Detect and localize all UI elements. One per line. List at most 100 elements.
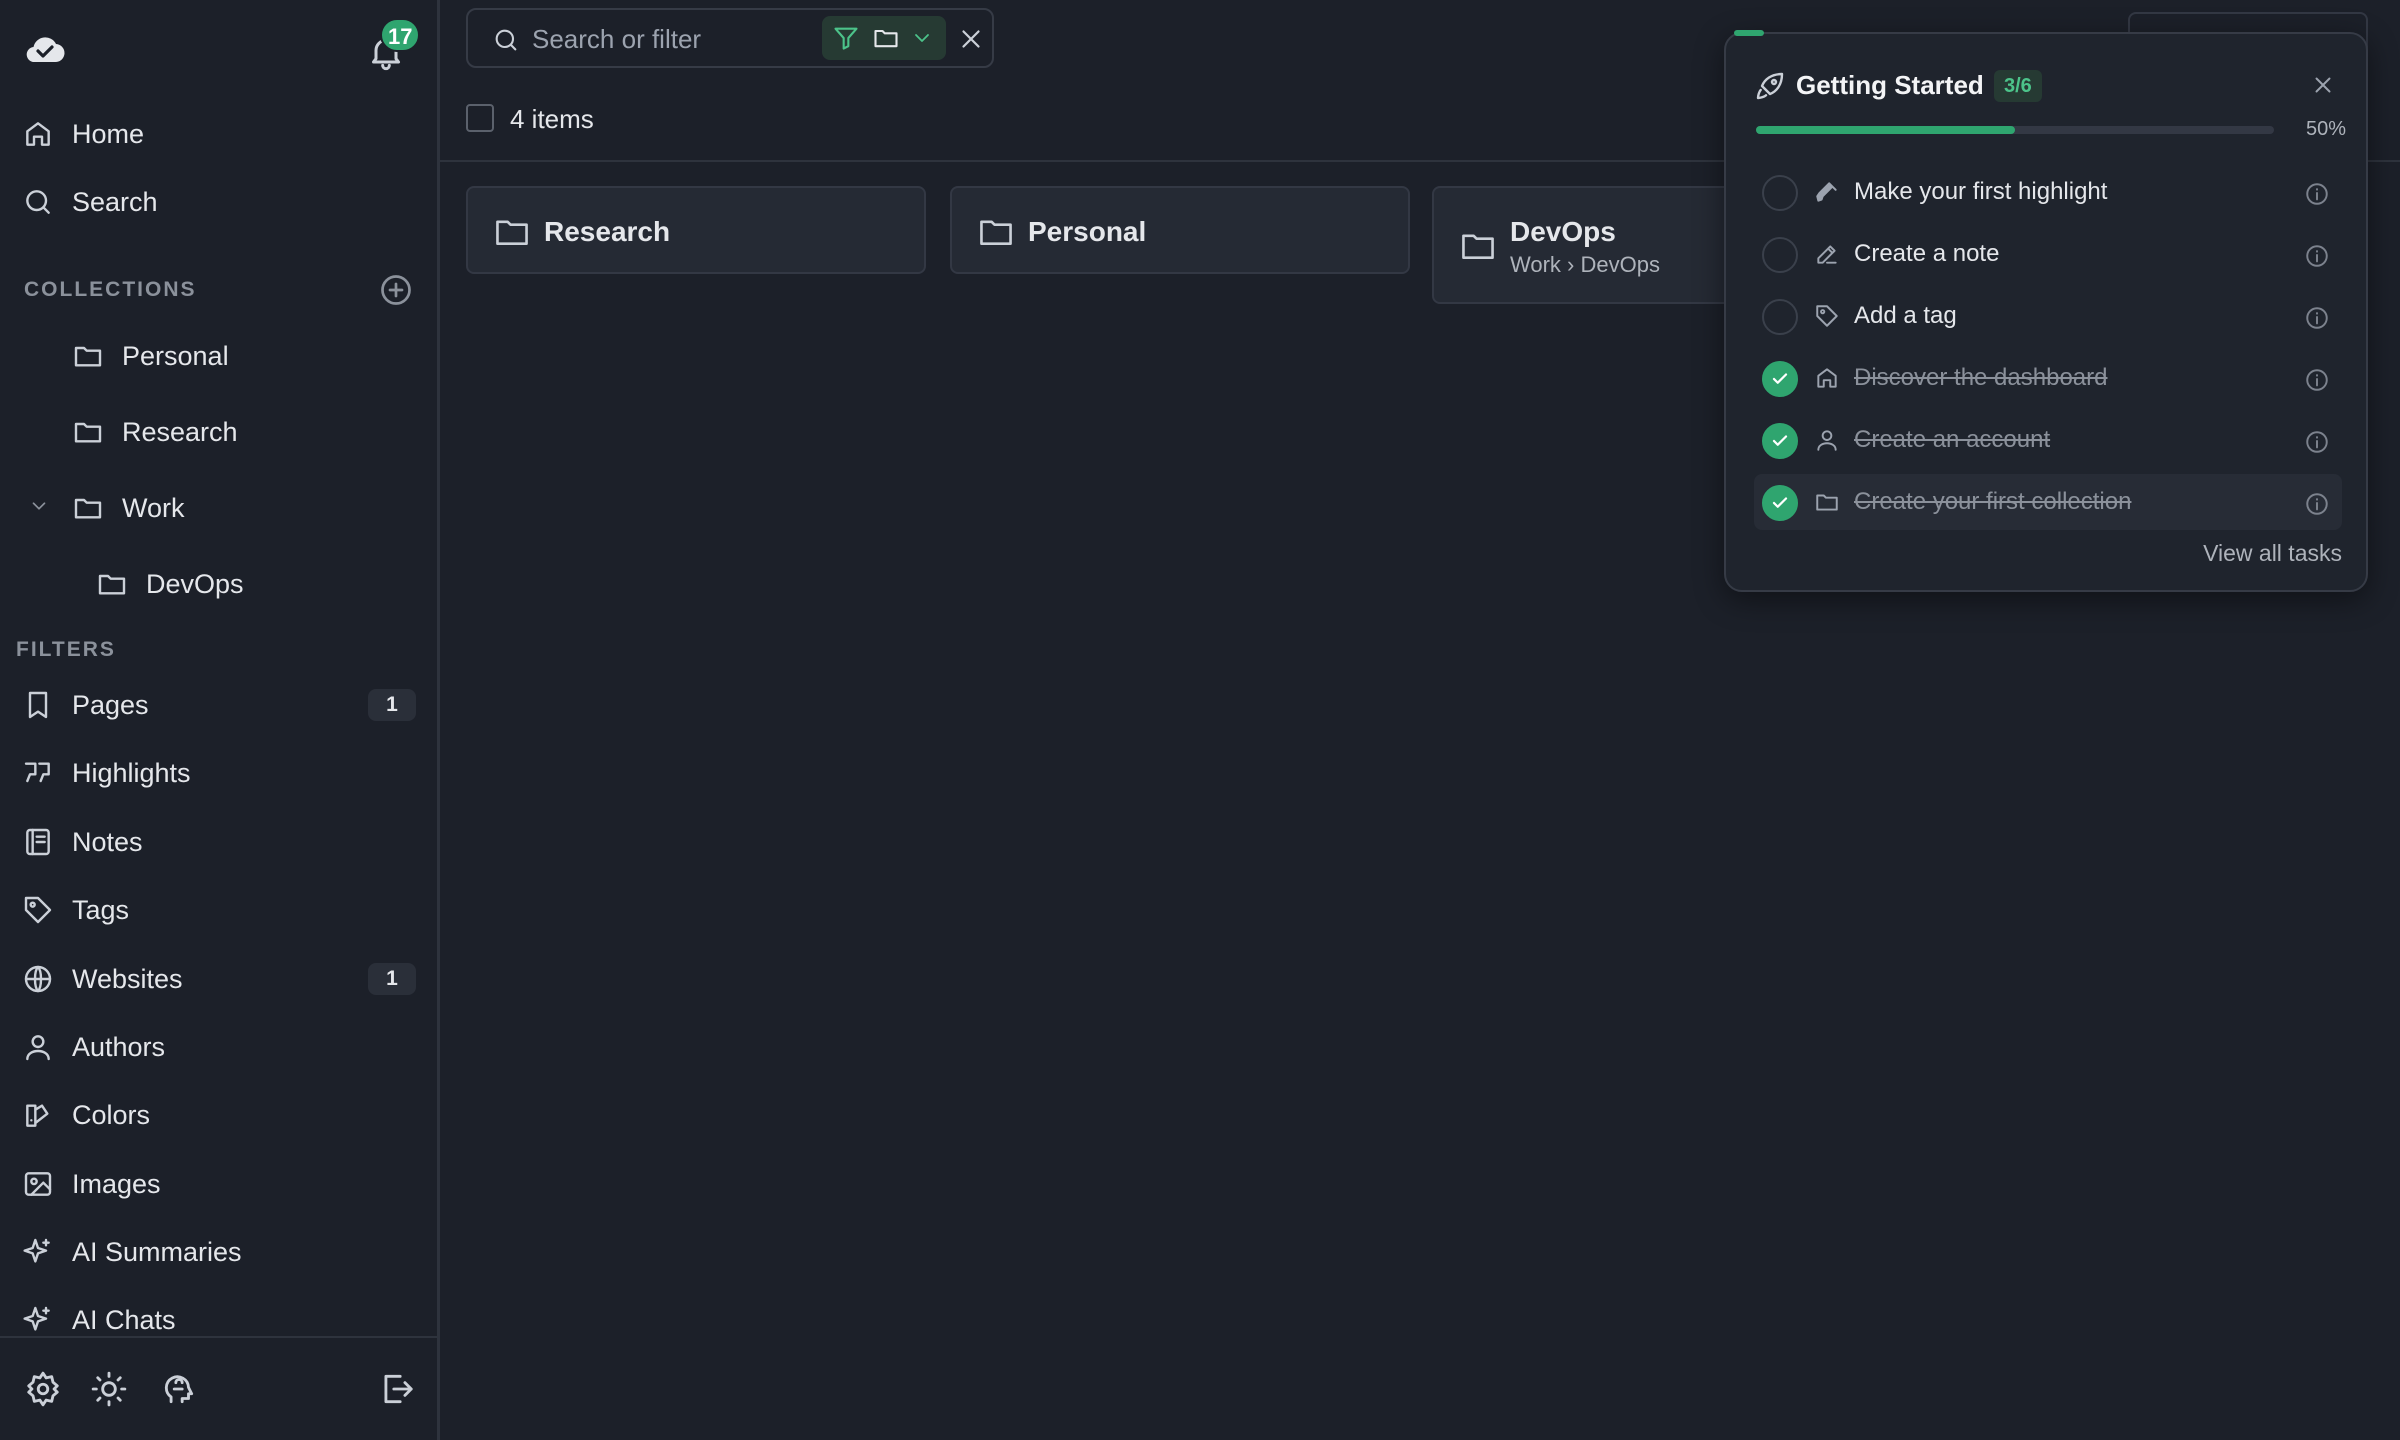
nav-search-label: Search <box>72 186 158 217</box>
logout-icon[interactable] <box>378 1370 416 1408</box>
task-checkbox[interactable] <box>1762 299 1798 335</box>
folder-icon <box>494 216 530 248</box>
home-icon <box>22 118 54 150</box>
task-label: Make your first highlight <box>1854 178 2108 205</box>
collection-research[interactable]: Research <box>72 406 238 458</box>
collection-label: Research <box>122 416 238 447</box>
filter-label: Images <box>72 1168 161 1199</box>
folder-icon <box>978 216 1014 248</box>
info-icon[interactable] <box>2304 367 2330 393</box>
collection-label: DevOps <box>146 568 244 599</box>
sparkles-icon <box>22 1304 54 1336</box>
filter-ai-summaries[interactable]: AI Summaries <box>22 1226 422 1278</box>
rocket-icon <box>1754 70 1786 102</box>
filter-pages[interactable]: Pages <box>22 679 422 731</box>
brain-icon[interactable] <box>160 1370 198 1408</box>
folder-icon <box>72 340 104 372</box>
filter-authors[interactable]: Authors <box>22 1021 422 1073</box>
user-icon <box>22 1031 54 1063</box>
notebook-icon <box>22 826 54 858</box>
task-checkbox[interactable] <box>1762 237 1798 273</box>
progress-fraction-badge: 3/6 <box>1994 70 2042 102</box>
task-label: Create your first collection <box>1854 488 2132 515</box>
task-label: Create an account <box>1854 426 2051 453</box>
select-all-checkbox[interactable] <box>466 104 494 132</box>
info-icon[interactable] <box>2304 429 2330 455</box>
collection-devops[interactable]: DevOps <box>96 558 244 610</box>
filter-images[interactable]: Images <box>22 1158 422 1210</box>
settings-gear-icon[interactable] <box>24 1370 62 1408</box>
nav-home-label: Home <box>72 118 145 149</box>
view-all-tasks-link[interactable]: View all tasks <box>2194 540 2342 567</box>
filters-heading: FILTERS <box>16 638 116 661</box>
search-input[interactable] <box>532 20 772 58</box>
chevron-down-icon[interactable] <box>28 495 50 517</box>
theme-sun-icon[interactable] <box>90 1370 128 1408</box>
websites-count-badge: 1 <box>368 963 416 995</box>
info-icon[interactable] <box>2304 181 2330 207</box>
filter-label: Notes <box>72 826 143 857</box>
chevron-down-icon[interactable] <box>910 26 938 54</box>
filter-tags[interactable]: Tags <box>22 884 422 936</box>
filter-toggle-group[interactable] <box>822 16 946 60</box>
folder-icon[interactable] <box>872 24 900 52</box>
task-checkbox[interactable] <box>1762 175 1798 211</box>
filter-highlights[interactable]: Highlights <box>22 747 422 799</box>
task-checkbox-checked[interactable] <box>1762 485 1798 521</box>
task-item[interactable]: Discover the dashboard <box>1754 350 2342 406</box>
folder-icon <box>96 568 128 600</box>
task-item[interactable]: Add a tag <box>1754 288 2342 344</box>
bookmark-icon <box>22 689 54 721</box>
filter-label: AI Summaries <box>72 1236 242 1267</box>
cloud-check-logo-icon[interactable] <box>24 32 66 66</box>
collection-label: Work <box>122 492 185 523</box>
task-item[interactable]: Create an account <box>1754 412 2342 468</box>
task-label: Create a note <box>1854 240 2000 267</box>
info-icon[interactable] <box>2304 491 2330 517</box>
nav-home[interactable]: Home <box>22 108 422 160</box>
task-item[interactable]: Create a note <box>1754 226 2342 282</box>
filter-label: Pages <box>72 689 149 720</box>
close-icon[interactable] <box>2310 72 2336 98</box>
filter-websites[interactable]: Websites <box>22 953 422 1005</box>
collection-work[interactable]: Work <box>72 482 185 534</box>
collection-card-personal[interactable]: Personal <box>950 186 1410 274</box>
task-label: Add a tag <box>1854 302 1957 329</box>
task-checkbox-checked[interactable] <box>1762 361 1798 397</box>
collections-heading: COLLECTIONS <box>24 278 197 301</box>
filter-notes[interactable]: Notes <box>22 816 422 868</box>
getting-started-title: Getting Started <box>1796 70 1984 100</box>
search-icon <box>492 26 520 54</box>
folder-icon <box>1460 230 1496 262</box>
info-icon[interactable] <box>2304 305 2330 331</box>
task-item[interactable]: Make your first highlight <box>1754 164 2342 220</box>
collection-personal[interactable]: Personal <box>72 330 229 382</box>
sidebar: 17 Home Search COLLECTIONS Personal Rese… <box>0 0 440 1440</box>
filter-label: Colors <box>72 1099 151 1130</box>
task-item[interactable]: Create your first collection <box>1754 474 2342 530</box>
globe-icon <box>22 963 54 995</box>
filter-label: Highlights <box>72 757 191 788</box>
filter-label: Authors <box>72 1031 166 1062</box>
search-icon <box>22 186 54 218</box>
nav-search[interactable]: Search <box>22 176 422 228</box>
folder-icon <box>72 492 104 524</box>
progress-bar <box>1756 126 2274 134</box>
sidebar-footer <box>0 1336 437 1440</box>
getting-started-popover: Getting Started 3/6 50% Make your first … <box>1724 30 2368 592</box>
palette-icon <box>22 1099 54 1131</box>
collection-card-research[interactable]: Research <box>466 186 926 274</box>
info-icon[interactable] <box>2304 243 2330 269</box>
card-title: DevOps <box>1510 216 1616 247</box>
card-breadcrumb: Work › DevOps <box>1510 252 1660 277</box>
user-icon <box>1814 427 1840 453</box>
task-checkbox-checked[interactable] <box>1762 423 1798 459</box>
filter-funnel-icon[interactable] <box>832 24 860 52</box>
tag-icon <box>22 894 54 926</box>
add-collection-icon[interactable] <box>378 272 414 308</box>
quote-icon <box>22 757 54 789</box>
filter-colors[interactable]: Colors <box>22 1089 422 1141</box>
highlighter-icon <box>1814 179 1840 205</box>
clear-search-close-icon[interactable] <box>956 24 986 54</box>
sparkles-icon <box>22 1236 54 1268</box>
